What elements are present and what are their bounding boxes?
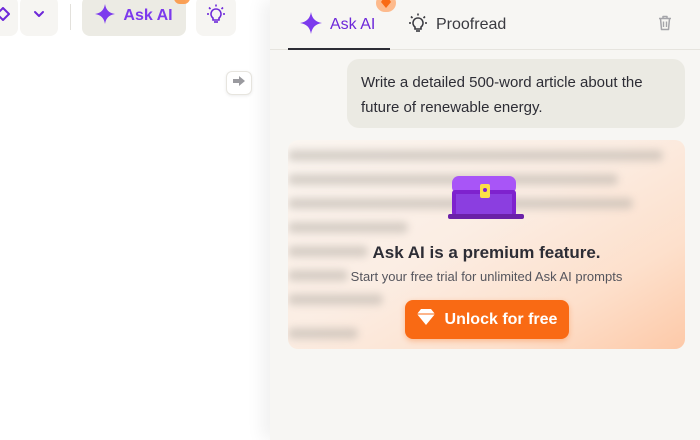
sparkle-icon	[95, 3, 116, 29]
proofread-toolbar-button[interactable]	[196, 0, 236, 36]
sparkle-icon	[300, 11, 322, 39]
ask-ai-toolbar-label: Ask AI	[123, 7, 173, 24]
arrow-right-icon	[232, 74, 246, 92]
lightbulb-icon	[408, 13, 428, 38]
collapse-panel-button[interactable]	[226, 71, 252, 95]
premium-title: Ask AI is a premium feature.	[372, 243, 601, 262]
assistant-panel: Ask AI Proofread Write a detailed 500-wo…	[270, 0, 700, 440]
premium-upsell-card: Ask AI is a premium feature. Start your …	[288, 140, 685, 349]
diamond-button[interactable]	[0, 0, 18, 36]
diamond-icon	[416, 309, 435, 330]
dropdown-button[interactable]	[20, 0, 58, 36]
unlock-for-free-button[interactable]: Unlock for free	[405, 300, 569, 339]
trash-icon	[656, 14, 674, 37]
tab-ask-ai[interactable]: Ask AI	[288, 0, 390, 50]
premium-badge	[376, 0, 396, 12]
toolbar-divider	[70, 4, 71, 30]
ask-ai-toolbar-button[interactable]: Ask AI	[82, 0, 186, 36]
panel-tabs: Ask AI Proofread	[270, 0, 700, 50]
clear-chat-button[interactable]	[654, 14, 676, 36]
tab-proofread[interactable]: Proofread	[408, 0, 506, 50]
editor-area: Ask AI	[0, 0, 270, 440]
tab-proofread-label: Proofread	[436, 16, 507, 33]
premium-badge	[174, 0, 190, 4]
active-tab-indicator	[288, 48, 390, 50]
lightbulb-icon	[206, 4, 226, 29]
unlock-button-label: Unlock for free	[444, 310, 558, 328]
tab-ask-ai-label: Ask AI	[330, 16, 376, 33]
user-prompt-bubble: Write a detailed 500-word article about …	[347, 59, 685, 128]
chevron-down-icon	[32, 7, 46, 26]
premium-subtitle: Start your free trial for unlimited Ask …	[350, 269, 623, 284]
diamond-icon	[0, 6, 10, 26]
treasure-chest-icon	[448, 176, 524, 220]
